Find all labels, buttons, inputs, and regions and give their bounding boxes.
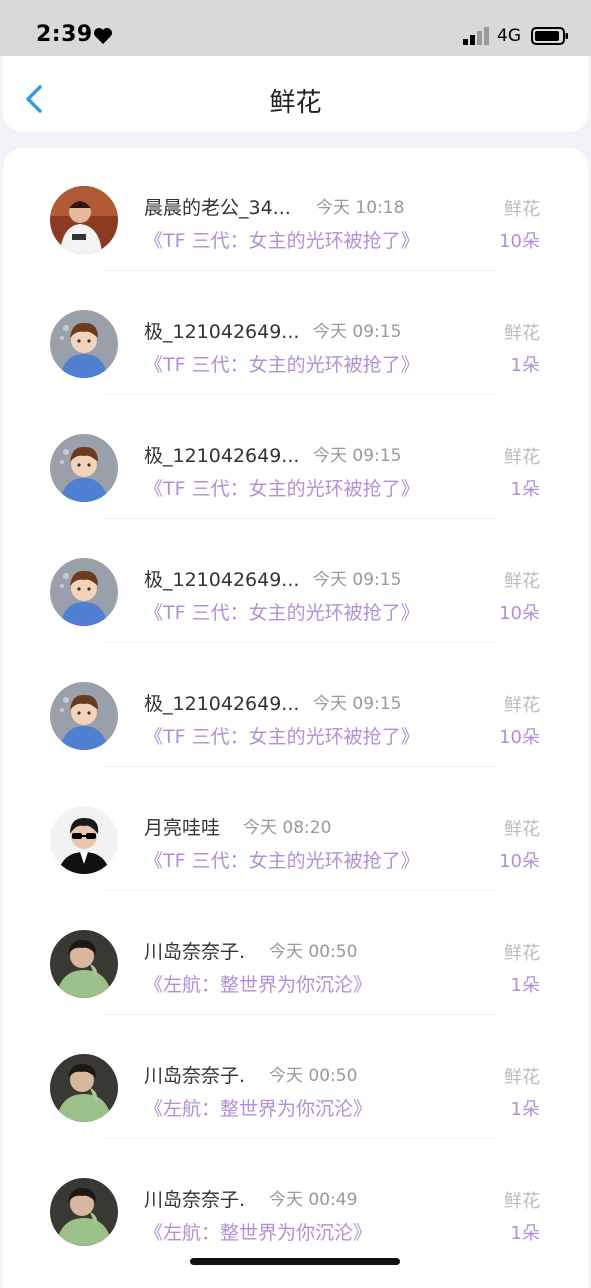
user-avatar[interactable]	[50, 434, 118, 502]
list-item[interactable]: 川岛奈奈子. 今天 00:50 《左航：整世界为你沉沦》 鲜花 1朵	[3, 1016, 588, 1140]
list-item[interactable]: 月亮哇哇 今天 08:20 《TF 三代：女主的光环被抢了》 鲜花 10朵	[3, 768, 588, 892]
timestamp: 今天 00:50	[269, 942, 358, 962]
timestamp: 今天 09:15	[313, 694, 402, 714]
heart-icon	[94, 28, 112, 44]
timestamp: 今天 09:15	[313, 446, 402, 466]
book-title-link[interactable]: 《TF 三代：女主的光环被抢了》	[144, 598, 420, 625]
gift-count: 1朵	[510, 1099, 540, 1120]
gift-count: 10朵	[499, 231, 540, 252]
divider	[103, 270, 498, 271]
gift-type: 鲜花	[504, 695, 540, 716]
user-avatar[interactable]	[50, 186, 118, 254]
divider	[103, 766, 498, 767]
user-name: 月亮哇哇	[144, 817, 221, 839]
gift-count: 1朵	[510, 479, 540, 500]
list-item[interactable]: 极_121042649... 今天 09:15 《TF 三代：女主的光环被抢了》…	[3, 644, 588, 768]
gift-count: 1朵	[510, 975, 540, 996]
book-title-link[interactable]: 《左航：整世界为你沉沦》	[144, 970, 372, 997]
gift-type: 鲜花	[504, 943, 540, 964]
user-name: 川岛奈奈子.	[144, 1065, 246, 1087]
gift-type: 鲜花	[504, 571, 540, 592]
user-avatar[interactable]	[50, 1178, 118, 1246]
gift-count: 10朵	[499, 603, 540, 624]
divider	[103, 1014, 498, 1015]
list-item[interactable]: 晨晨的老公_34... 今天 10:18 《TF 三代：女主的光环被抢了》 鲜花…	[3, 148, 588, 272]
gift-type: 鲜花	[504, 1191, 540, 1212]
network-type: 4G	[497, 26, 521, 46]
timestamp: 今天 00:50	[269, 1066, 358, 1086]
book-title-link[interactable]: 《TF 三代：女主的光环被抢了》	[144, 226, 420, 253]
list-item[interactable]: 川岛奈奈子. 今天 00:50 《左航：整世界为你沉沦》 鲜花 1朵	[3, 892, 588, 1016]
user-avatar[interactable]	[50, 930, 118, 998]
user-avatar[interactable]	[50, 310, 118, 378]
gift-type: 鲜花	[504, 199, 540, 220]
book-title-link[interactable]: 《TF 三代：女主的光环被抢了》	[144, 846, 420, 873]
user-avatar[interactable]	[50, 682, 118, 750]
divider	[103, 642, 498, 643]
divider	[103, 890, 498, 891]
user-name: 川岛奈奈子.	[144, 1189, 246, 1211]
list-item[interactable]: 极_121042649... 今天 09:15 《TF 三代：女主的光环被抢了》…	[3, 272, 588, 396]
signal-icon	[463, 27, 489, 45]
divider	[103, 1138, 498, 1139]
user-name: 川岛奈奈子.	[144, 941, 246, 963]
status-time: 2:39	[36, 22, 93, 47]
timestamp: 今天 09:15	[313, 570, 402, 590]
gift-count: 1朵	[510, 1223, 540, 1244]
user-name: 极_121042649...	[144, 693, 300, 715]
book-title-link[interactable]: 《TF 三代：女主的光环被抢了》	[144, 474, 420, 501]
list-item[interactable]: 极_121042649... 今天 09:15 《TF 三代：女主的光环被抢了》…	[3, 396, 588, 520]
book-title-link[interactable]: 《左航：整世界为你沉沦》	[144, 1094, 372, 1121]
gift-type: 鲜花	[504, 323, 540, 344]
divider	[103, 394, 498, 395]
book-title-link[interactable]: 《TF 三代：女主的光环被抢了》	[144, 722, 420, 749]
user-avatar[interactable]	[50, 1054, 118, 1122]
user-name: 极_121042649...	[144, 321, 300, 343]
gift-count: 10朵	[499, 727, 540, 748]
page-title: 鲜花	[269, 88, 322, 118]
user-avatar[interactable]	[50, 558, 118, 626]
home-indicator[interactable]	[190, 1258, 400, 1265]
timestamp: 今天 10:18	[316, 198, 405, 218]
gift-type: 鲜花	[504, 447, 540, 468]
nav-header: 鲜花	[3, 56, 588, 132]
timestamp: 今天 00:49	[269, 1190, 358, 1210]
gift-count: 10朵	[499, 851, 540, 872]
user-name: 晨晨的老公_34...	[144, 197, 291, 219]
list-item[interactable]: 川岛奈奈子. 今天 00:49 《左航：整世界为你沉沦》 鲜花 1朵	[3, 1140, 588, 1264]
user-name: 极_121042649...	[144, 445, 300, 467]
battery-icon	[531, 27, 568, 45]
book-title-link[interactable]: 《TF 三代：女主的光环被抢了》	[144, 350, 420, 377]
user-avatar[interactable]	[50, 806, 118, 874]
timestamp: 今天 09:15	[313, 322, 402, 342]
book-title-link[interactable]: 《左航：整世界为你沉沦》	[144, 1218, 372, 1245]
gift-type: 鲜花	[504, 819, 540, 840]
flower-record-list: 晨晨的老公_34... 今天 10:18 《TF 三代：女主的光环被抢了》 鲜花…	[3, 148, 588, 1288]
gift-count: 1朵	[510, 355, 540, 376]
divider	[103, 518, 498, 519]
timestamp: 今天 08:20	[243, 818, 332, 838]
list-item[interactable]: 极_121042649... 今天 09:15 《TF 三代：女主的光环被抢了》…	[3, 520, 588, 644]
status-bar: 2:39 4G	[0, 0, 591, 56]
user-name: 极_121042649...	[144, 569, 300, 591]
gift-type: 鲜花	[504, 1067, 540, 1088]
